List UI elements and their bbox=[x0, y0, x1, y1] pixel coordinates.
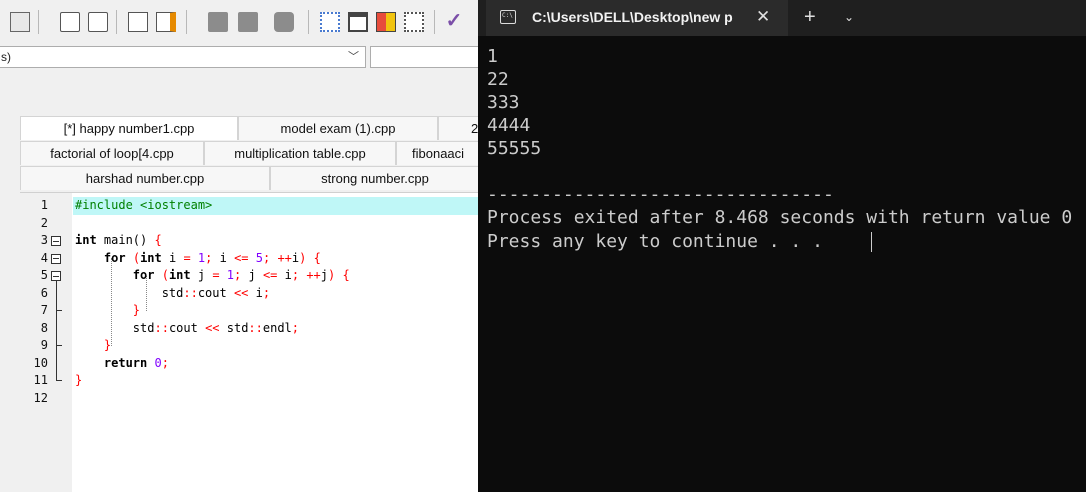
terminal-window: C:\Users\DELL\Desktop\new p ✕ + ⌄ 1 22 3… bbox=[478, 0, 1086, 492]
terminal-titlebar: C:\Users\DELL\Desktop\new p ✕ + ⌄ bbox=[478, 0, 1086, 36]
terminal-tab-title: C:\Users\DELL\Desktop\new p bbox=[532, 9, 733, 25]
code-line-10: return 0; bbox=[103, 355, 169, 370]
ide-window: ✓ s) ﹀ [*] happy number1.cpp model exam … bbox=[0, 0, 478, 492]
code-line-8: std::cout << std::endl; bbox=[75, 320, 300, 335]
line-number: 1 bbox=[40, 198, 48, 212]
fold-end-marker bbox=[56, 310, 62, 311]
fold-toggle-icon[interactable] bbox=[51, 253, 61, 264]
code-line-6: std::cout << i; bbox=[75, 285, 271, 300]
toolbar-separator bbox=[308, 10, 309, 34]
output-line: 333 bbox=[487, 92, 520, 113]
fold-end-marker bbox=[56, 345, 62, 346]
process-exit-message: Process exited after 8.468 seconds with … bbox=[487, 207, 1073, 228]
output-line: 55555 bbox=[487, 138, 542, 159]
tiles-icon[interactable] bbox=[404, 12, 424, 32]
line-number: 5 bbox=[40, 268, 48, 282]
tab-partial[interactable]: 2 bbox=[438, 116, 478, 140]
window-icon[interactable] bbox=[348, 12, 368, 32]
output-line: 1 bbox=[487, 46, 498, 67]
tab-model-exam[interactable]: model exam (1).cpp bbox=[238, 116, 438, 140]
color-icon[interactable] bbox=[376, 12, 396, 32]
line-number-gutter: 1 2 3 4 5 6 7 8 9 10 11 12 bbox=[20, 193, 72, 492]
code-line-11: } bbox=[75, 373, 83, 387]
line-number: 3 bbox=[40, 233, 48, 247]
toolbar-separator bbox=[116, 10, 117, 34]
terminal-tab[interactable]: C:\Users\DELL\Desktop\new p ✕ bbox=[486, 0, 788, 36]
code-include: #include <iostream> bbox=[75, 198, 213, 212]
toolbar-separator bbox=[38, 10, 39, 34]
tab-strong-number[interactable]: strong number.cpp bbox=[270, 166, 478, 190]
line-number: 11 bbox=[33, 373, 48, 387]
terminal-icon bbox=[500, 10, 516, 24]
file-tab-row: factorial of loop[4.cpp multiplication t… bbox=[0, 141, 478, 165]
line-number: 7 bbox=[40, 303, 48, 317]
tab-fibonaaci[interactable]: fibonaaci bbox=[396, 141, 478, 165]
code-line-4: for (int i = 1; i <= 5; ++i) { bbox=[103, 250, 321, 265]
chevron-down-icon: ﹀ bbox=[348, 51, 359, 63]
line-number: 4 bbox=[40, 250, 48, 265]
bookmark-next-icon[interactable] bbox=[238, 12, 258, 32]
ide-toolbar: ✓ bbox=[0, 0, 478, 40]
line-number: 12 bbox=[33, 390, 48, 405]
output-line: 22 bbox=[487, 69, 509, 90]
file-tab-row: harshad number.cpp strong number.cpp bbox=[0, 166, 478, 190]
toolbar-separator bbox=[434, 10, 435, 34]
scope-select-value: s) bbox=[1, 50, 11, 64]
fold-toggle-icon[interactable] bbox=[51, 271, 61, 281]
line-number: 8 bbox=[40, 320, 48, 335]
code-line-1: #include <iostream> bbox=[73, 197, 478, 215]
file-tab-row: [*] happy number1.cpp model exam (1).cpp… bbox=[0, 116, 478, 140]
grid-icon[interactable] bbox=[320, 12, 340, 32]
bookmark-prev-icon[interactable] bbox=[208, 12, 228, 32]
line-number: 2 bbox=[40, 215, 48, 230]
tab-multiplication-table[interactable]: multiplication table.cpp bbox=[204, 141, 396, 165]
fold-line bbox=[56, 281, 57, 381]
text-cursor bbox=[871, 232, 872, 252]
new-tab-button[interactable]: + bbox=[804, 0, 816, 34]
find-icon[interactable] bbox=[60, 12, 80, 32]
bookmark-toggle-icon[interactable] bbox=[274, 12, 294, 32]
replace-icon[interactable] bbox=[88, 12, 108, 32]
line-number: 9 bbox=[40, 338, 48, 352]
line-number: 10 bbox=[33, 355, 48, 370]
code-line-7: } bbox=[132, 303, 141, 317]
indent-icon[interactable] bbox=[128, 12, 148, 32]
scope-bar: s) ﹀ bbox=[0, 44, 478, 72]
close-tab-button[interactable]: ✕ bbox=[756, 0, 770, 34]
output-line: 4444 bbox=[487, 115, 531, 136]
print-icon[interactable] bbox=[10, 12, 30, 32]
code-line-3: int main() { bbox=[75, 233, 162, 247]
scope-select[interactable]: s) ﹀ bbox=[0, 46, 366, 68]
code-line-5: for (int j = 1; j <= i; ++j) { bbox=[132, 268, 350, 282]
tab-factorial-of-loop[interactable]: factorial of loop[4.cpp bbox=[20, 141, 204, 165]
toolbar-separator bbox=[186, 10, 187, 34]
press-any-key-message: Press any key to continue . . . bbox=[487, 231, 834, 252]
output-separator: -------------------------------- bbox=[487, 184, 834, 205]
code-editor[interactable]: 1 2 3 4 5 6 7 8 9 10 11 12 #include <ios… bbox=[20, 192, 478, 492]
tab-happy-number1[interactable]: [*] happy number1.cpp bbox=[20, 116, 238, 140]
tab-dropdown-button[interactable]: ⌄ bbox=[844, 0, 854, 34]
fold-toggle-icon[interactable] bbox=[51, 236, 61, 246]
unindent-icon[interactable] bbox=[156, 12, 176, 32]
function-select[interactable] bbox=[370, 46, 478, 68]
code-line-9: } bbox=[103, 338, 112, 352]
line-number: 6 bbox=[40, 285, 48, 300]
fold-end-marker bbox=[56, 380, 62, 381]
tab-harshad-number[interactable]: harshad number.cpp bbox=[20, 166, 270, 190]
check-icon[interactable]: ✓ bbox=[444, 11, 464, 32]
